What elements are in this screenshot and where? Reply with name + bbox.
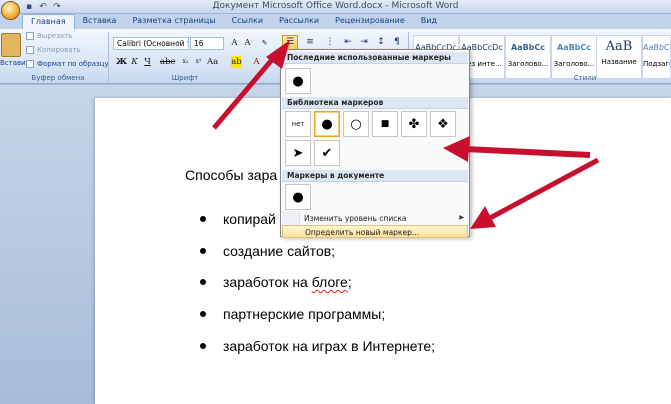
change-list-level-item[interactable]: Изменить уровень списка ▶ [282,212,468,225]
list-item[interactable]: партнерские программы; [200,306,385,322]
define-new-bullet-item[interactable]: Определить новый маркер... [282,225,468,238]
clear-format-icon[interactable]: ✎ [259,37,270,49]
recent-bullet-disc[interactable]: ● [285,68,311,94]
bullet-dot [200,311,206,317]
clipboard-group-label: Буфер обмена [31,74,85,82]
pilcrow-icon[interactable]: ¶ [389,35,405,50]
bullet-none[interactable]: нет [285,111,311,137]
style-heading-2[interactable]: AaBbCc Заголово... [551,35,597,79]
list-item[interactable]: копирай [200,211,276,227]
increase-indent-icon[interactable]: ⇥ [356,35,372,50]
tab-review[interactable]: Рецензирование [327,14,413,29]
bullets-button[interactable]: ☰ [282,35,298,50]
styles-group-label: Стили [573,74,597,82]
copy-button[interactable]: Копировать [26,46,81,54]
decrease-indent-icon[interactable]: ⇤ [340,35,356,50]
tab-home[interactable]: Главная [22,14,75,29]
bullet-square[interactable]: ■ [372,111,398,137]
scissors-icon [26,32,34,40]
style-heading-1[interactable]: AaBbCc Заголово... [505,35,551,79]
bullet-four-diamond[interactable]: ✤ [401,111,427,137]
tab-insert[interactable]: Вставка [75,14,125,29]
bullet-library-header: Библиотека маркеров [282,97,468,109]
submenu-arrow-icon: ▶ [459,214,464,221]
font-name-combo[interactable]: Calibri (Основной те [113,37,189,50]
recent-bullets-header: Последние использованные маркеры [282,52,468,64]
underline-icon[interactable]: Ч [142,56,153,68]
copy-icon [26,46,34,54]
shrink-font-icon[interactable]: A [242,37,253,49]
tab-view[interactable]: Вид [413,14,445,29]
tab-references[interactable]: Ссылки [224,14,271,29]
office-button[interactable] [1,1,20,20]
list-item[interactable]: заработок на играх в Интернете; [200,338,435,354]
paste-icon[interactable] [1,33,21,57]
bullet-dot [200,216,206,222]
grow-font-icon[interactable]: A [229,37,240,49]
style-title[interactable]: AaB Название [596,35,642,79]
font-size-combo[interactable]: 16 [190,37,224,50]
change-case-icon[interactable]: Aa [207,56,218,68]
list-item[interactable]: заработок на блоге; [200,274,352,290]
tab-mailings[interactable]: Рассылки [271,14,327,29]
tab-page-layout[interactable]: Разметка страницы [124,14,223,29]
bullet-dot [200,279,206,285]
highlight-icon[interactable]: ab [231,56,242,68]
superscript-icon[interactable]: x² [193,56,204,68]
bullet-dot [200,248,206,254]
bullet-dot [200,343,206,349]
sort-icon[interactable]: ↕ [373,35,389,50]
bullet-arrowhead[interactable]: ➤ [285,140,311,166]
window-title: Документ Microsoft Office Word.docx - Mi… [212,1,459,11]
brush-icon [26,60,34,68]
style-subtitle[interactable]: AaBbCc Подзагол [642,35,671,79]
document-bullet-disc[interactable]: ● [285,184,311,210]
group-divider [108,32,109,82]
multilevel-list-button[interactable]: ⋮ [322,35,338,50]
document-bullets-header: Маркеры в документе [282,170,468,182]
font-group-label: Шрифт [171,74,199,82]
font-color-icon[interactable]: A [251,56,262,68]
title-bar: ▪ ↶ ↷ Документ Microsoft Office Word.doc… [0,0,671,14]
bold-icon[interactable]: Ж [116,56,127,68]
bullet-circle[interactable]: ○ [343,111,369,137]
bullet-diamond-cluster[interactable]: ❖ [430,111,456,137]
list-item[interactable]: создание сайтов; [200,243,335,259]
bullet-checkmark[interactable]: ✔ [314,140,340,166]
bullet-library-menu: Последние использованные маркеры ● Библи… [280,49,470,238]
ribbon-tabs: Главная Вставка Разметка страницы Ссылки… [0,14,671,29]
strikethrough-icon[interactable]: abc [160,56,175,68]
document-heading[interactable]: Способы зара [185,167,277,183]
cut-button[interactable]: Вырезать [26,32,72,40]
format-painter-button[interactable]: Формат по образцу [26,60,109,68]
numbering-button[interactable]: ≡ [302,35,318,50]
subscript-icon[interactable]: x₂ [180,56,191,68]
bullet-disc[interactable]: ● [314,111,340,137]
italic-icon[interactable]: К [129,56,140,68]
